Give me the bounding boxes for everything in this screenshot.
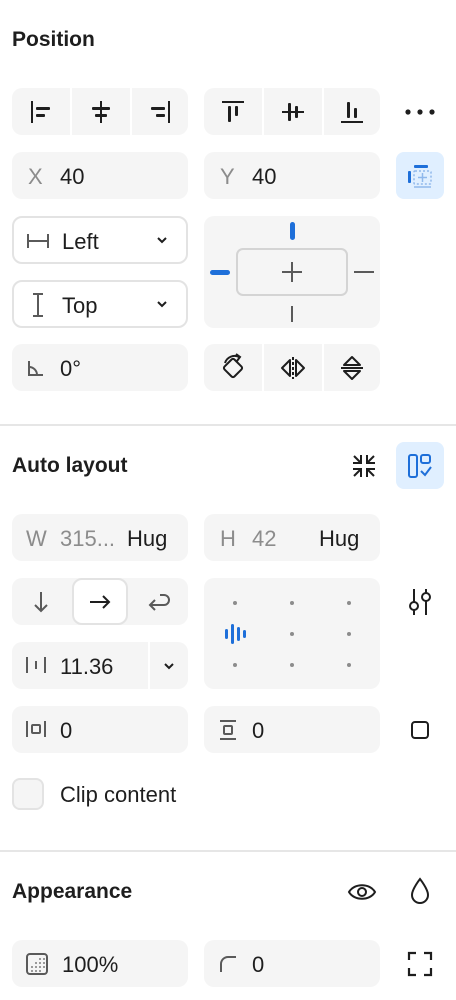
rotate-icon (222, 352, 244, 378)
eye-icon (347, 884, 377, 900)
align-vertical-center-button[interactable] (264, 88, 322, 135)
padding-sides-icon (411, 718, 429, 739)
gap-value: 11.36 (60, 654, 114, 679)
height-label: H (220, 526, 236, 551)
alignment-grid-icon (225, 601, 351, 667)
vertical-padding-field[interactable]: 0 (204, 706, 380, 753)
y-label: Y (220, 164, 235, 189)
individual-padding-button[interactable] (400, 714, 440, 746)
vertical-constraint-dropdown[interactable]: Top (12, 280, 188, 328)
horizontal-constraint-value: Left (62, 229, 99, 254)
y-value: 40 (252, 164, 277, 189)
gap-field[interactable]: 11.36 (12, 642, 188, 689)
align-bottom-button[interactable] (324, 88, 380, 135)
constraint-widget[interactable] (204, 216, 380, 328)
x-label: X (28, 164, 43, 189)
align-top-icon (222, 100, 244, 122)
align-right-icon (151, 100, 170, 123)
more-options-button[interactable] (396, 96, 444, 128)
gap-icon (24, 654, 48, 676)
corner-radius-icon (218, 954, 238, 974)
collapse-arrows-icon (353, 455, 375, 477)
advanced-layout-settings-button[interactable] (400, 585, 440, 619)
width-label: W (26, 526, 47, 551)
blend-mode-button[interactable] (400, 874, 440, 908)
align-horizontal-center-button[interactable] (72, 88, 130, 135)
width-field[interactable]: W 315... Hug (12, 514, 188, 561)
horizontal-constraint-dropdown[interactable]: Left (12, 216, 188, 264)
rotation-field[interactable]: 0° (12, 344, 188, 391)
vertical-padding-icon (217, 718, 239, 742)
arrow-down-icon (34, 591, 48, 612)
transform-group (204, 344, 380, 391)
align-vertical-center-icon (282, 102, 304, 121)
horizontal-padding-icon (24, 718, 48, 740)
arrow-right-icon (90, 594, 111, 609)
flip-vertical-icon (341, 355, 363, 380)
horizontal-align-group (12, 88, 188, 135)
flip-horizontal-button[interactable] (264, 344, 322, 391)
flip-vertical-button[interactable] (324, 344, 380, 391)
height-field[interactable]: H 42 Hug (204, 514, 380, 561)
height-value: 42 (252, 526, 277, 551)
x-value: 40 (60, 164, 85, 189)
align-bottom-icon (341, 101, 363, 123)
align-left-icon (31, 100, 50, 123)
drop-icon (410, 877, 430, 904)
align-right-button[interactable] (132, 88, 188, 135)
layout-suggestions-button[interactable] (396, 442, 444, 489)
section-divider (0, 850, 456, 852)
rotation-angle-icon (26, 358, 46, 378)
vertical-align-group (204, 88, 380, 135)
height-sizing-mode[interactable]: Hug (319, 526, 359, 552)
direction-group (12, 578, 188, 625)
horizontal-padding-field[interactable]: 0 (12, 706, 188, 753)
direction-wrap-button[interactable] (130, 578, 188, 625)
opacity-value: 100% (62, 952, 119, 977)
corners-icon (407, 951, 433, 977)
chevron-down-icon (156, 235, 168, 245)
y-field[interactable]: Y 40 (204, 152, 380, 199)
position-section-title: Position (12, 28, 95, 51)
independent-corners-button[interactable] (400, 948, 440, 980)
align-horizontal-center-icon (92, 100, 110, 123)
constraint-diagram-icon (210, 222, 374, 322)
width-value: 315... (60, 526, 116, 551)
alignment-grid[interactable] (204, 578, 380, 689)
align-top-button[interactable] (204, 88, 262, 135)
opacity-icon (25, 952, 49, 976)
corner-radius-field[interactable]: 0 (204, 940, 380, 987)
sliders-icon (409, 589, 431, 615)
layout-check-icon (408, 453, 432, 478)
appearance-section-title: Appearance (12, 880, 133, 903)
direction-horizontal-button[interactable] (72, 578, 128, 625)
section-divider (0, 424, 456, 426)
flip-horizontal-icon (281, 356, 305, 379)
chevron-down-icon[interactable] (163, 661, 175, 671)
remove-auto-layout-button[interactable] (344, 450, 384, 482)
align-left-button[interactable] (12, 88, 70, 135)
wrap-arrow-icon (148, 593, 170, 611)
more-dots-icon (405, 109, 435, 115)
corner-radius-value: 0 (252, 952, 265, 977)
vertical-padding-value: 0 (252, 718, 265, 743)
auto-layout-section-title: Auto layout (12, 454, 128, 477)
direction-vertical-button[interactable] (12, 578, 70, 625)
constraints-icon (408, 164, 432, 188)
rotate-90-button[interactable] (204, 344, 262, 391)
vertical-constraint-value: Top (62, 293, 98, 318)
chevron-down-icon (156, 299, 168, 309)
vertical-constraint-icon (30, 292, 46, 318)
rotation-value: 0° (60, 356, 82, 381)
opacity-field[interactable]: 100% (12, 940, 188, 987)
x-field[interactable]: X 40 (12, 152, 188, 199)
clip-content-checkbox[interactable] (12, 778, 44, 810)
toggle-visibility-button[interactable] (342, 876, 382, 908)
horizontal-padding-value: 0 (60, 718, 73, 743)
clip-content-label[interactable]: Clip content (60, 782, 176, 808)
width-sizing-mode[interactable]: Hug (127, 526, 167, 552)
horizontal-constraint-icon (26, 230, 50, 252)
constraints-toggle-button[interactable] (396, 152, 444, 199)
